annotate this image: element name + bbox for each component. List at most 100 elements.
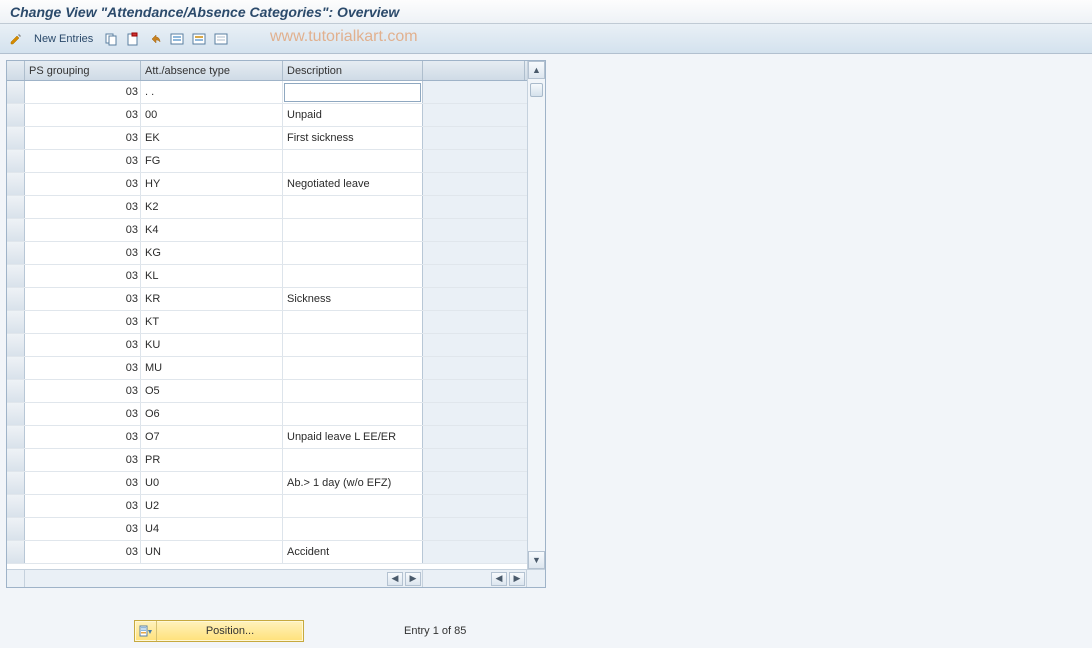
- table-row[interactable]: 03KL: [7, 265, 545, 288]
- scroll-thumb[interactable]: [530, 83, 543, 97]
- row-selector[interactable]: [7, 495, 25, 517]
- cell-absence-type[interactable]: 00: [141, 104, 283, 126]
- cell-description[interactable]: Sickness: [283, 288, 423, 310]
- new-entries-button[interactable]: New Entries: [28, 33, 99, 45]
- row-selector[interactable]: [7, 242, 25, 264]
- table-row[interactable]: 03UNAccident: [7, 541, 545, 564]
- table-row[interactable]: 03PR: [7, 449, 545, 472]
- row-selector[interactable]: [7, 265, 25, 287]
- row-selector[interactable]: [7, 311, 25, 333]
- cell-description[interactable]: [283, 311, 423, 333]
- table-row[interactable]: 03 . .: [7, 81, 545, 104]
- cell-description[interactable]: [283, 242, 423, 264]
- cell-ps-grouping[interactable]: 03: [25, 104, 141, 126]
- cell-ps-grouping[interactable]: 03: [25, 196, 141, 218]
- cell-absence-type[interactable]: UN: [141, 541, 283, 563]
- table-row[interactable]: 03K4: [7, 219, 545, 242]
- delete-icon[interactable]: [123, 29, 143, 49]
- table-row[interactable]: 03O7Unpaid leave L EE/ER: [7, 426, 545, 449]
- table-row[interactable]: 03FG: [7, 150, 545, 173]
- cell-description[interactable]: [283, 219, 423, 241]
- row-selector[interactable]: [7, 449, 25, 471]
- cell-ps-grouping[interactable]: 03: [25, 449, 141, 471]
- row-selector[interactable]: [7, 81, 25, 103]
- row-selector[interactable]: [7, 104, 25, 126]
- cell-description[interactable]: First sickness: [283, 127, 423, 149]
- hscroll-left-arrow-icon[interactable]: ◀: [491, 572, 507, 586]
- cell-ps-grouping[interactable]: 03: [25, 288, 141, 310]
- cell-description[interactable]: [283, 518, 423, 540]
- hscroll-right-arrow-icon[interactable]: ▶: [405, 572, 421, 586]
- cell-description[interactable]: [283, 449, 423, 471]
- row-selector[interactable]: [7, 219, 25, 241]
- row-selector[interactable]: [7, 403, 25, 425]
- toggle-display-change-icon[interactable]: [6, 29, 26, 49]
- cell-absence-type[interactable]: K4: [141, 219, 283, 241]
- cell-absence-type[interactable]: O5: [141, 380, 283, 402]
- row-selector[interactable]: [7, 380, 25, 402]
- row-selector[interactable]: [7, 426, 25, 448]
- table-row[interactable]: 03U4: [7, 518, 545, 541]
- cell-ps-grouping[interactable]: 03: [25, 495, 141, 517]
- cell-absence-type[interactable]: FG: [141, 150, 283, 172]
- row-selector[interactable]: [7, 472, 25, 494]
- cell-description[interactable]: Negotiated leave: [283, 173, 423, 195]
- cell-description[interactable]: Accident: [283, 541, 423, 563]
- row-selector[interactable]: [7, 196, 25, 218]
- cell-ps-grouping[interactable]: 03: [25, 541, 141, 563]
- cell-ps-grouping[interactable]: 03: [25, 472, 141, 494]
- table-row[interactable]: 03O5: [7, 380, 545, 403]
- cell-absence-type[interactable]: U4: [141, 518, 283, 540]
- row-selector[interactable]: [7, 518, 25, 540]
- table-row[interactable]: 03KG: [7, 242, 545, 265]
- table-row[interactable]: 03MU: [7, 357, 545, 380]
- table-row[interactable]: 03U0Ab.> 1 day (w/o EFZ): [7, 472, 545, 495]
- cell-ps-grouping[interactable]: 03: [25, 81, 141, 103]
- cell-ps-grouping[interactable]: 03: [25, 127, 141, 149]
- row-selector[interactable]: [7, 357, 25, 379]
- undo-change-icon[interactable]: [145, 29, 165, 49]
- cell-absence-type[interactable]: K2: [141, 196, 283, 218]
- vertical-scrollbar[interactable]: ▲ ▼: [527, 61, 545, 569]
- select-all-icon[interactable]: [167, 29, 187, 49]
- cell-absence-type[interactable]: MU: [141, 357, 283, 379]
- cell-ps-grouping[interactable]: 03: [25, 403, 141, 425]
- cell-absence-type[interactable]: KG: [141, 242, 283, 264]
- cell-ps-grouping[interactable]: 03: [25, 265, 141, 287]
- cell-description[interactable]: [283, 357, 423, 379]
- cell-description[interactable]: Ab.> 1 day (w/o EFZ): [283, 472, 423, 494]
- cell-absence-type[interactable]: U2: [141, 495, 283, 517]
- select-block-icon[interactable]: [189, 29, 209, 49]
- table-row[interactable]: 03KU: [7, 334, 545, 357]
- table-row[interactable]: 03HYNegotiated leave: [7, 173, 545, 196]
- description-input[interactable]: [284, 83, 421, 102]
- cell-ps-grouping[interactable]: 03: [25, 150, 141, 172]
- cell-ps-grouping[interactable]: 03: [25, 242, 141, 264]
- table-row[interactable]: 03U2: [7, 495, 545, 518]
- row-selector[interactable]: [7, 173, 25, 195]
- row-selector[interactable]: [7, 541, 25, 563]
- cell-absence-type[interactable]: KL: [141, 265, 283, 287]
- cell-ps-grouping[interactable]: 03: [25, 334, 141, 356]
- cell-ps-grouping[interactable]: 03: [25, 426, 141, 448]
- cell-absence-type[interactable]: HY: [141, 173, 283, 195]
- cell-ps-grouping[interactable]: 03: [25, 357, 141, 379]
- cell-ps-grouping[interactable]: 03: [25, 518, 141, 540]
- row-selector[interactable]: [7, 288, 25, 310]
- row-selector[interactable]: [7, 150, 25, 172]
- cell-absence-type[interactable]: KT: [141, 311, 283, 333]
- hscroll-right-arrow-icon[interactable]: ▶: [509, 572, 525, 586]
- cell-absence-type[interactable]: U0: [141, 472, 283, 494]
- cell-description[interactable]: [283, 265, 423, 287]
- cell-ps-grouping[interactable]: 03: [25, 311, 141, 333]
- table-row[interactable]: 03KRSickness: [7, 288, 545, 311]
- cell-absence-type[interactable]: PR: [141, 449, 283, 471]
- cell-description[interactable]: Unpaid leave L EE/ER: [283, 426, 423, 448]
- scroll-down-arrow-icon[interactable]: ▼: [528, 551, 545, 569]
- scroll-up-arrow-icon[interactable]: ▲: [528, 61, 545, 79]
- position-button[interactable]: Position...: [134, 620, 304, 642]
- column-description[interactable]: Description: [283, 61, 423, 80]
- table-row[interactable]: 03O6: [7, 403, 545, 426]
- cell-absence-type[interactable]: . .: [141, 81, 283, 103]
- cell-description[interactable]: [283, 150, 423, 172]
